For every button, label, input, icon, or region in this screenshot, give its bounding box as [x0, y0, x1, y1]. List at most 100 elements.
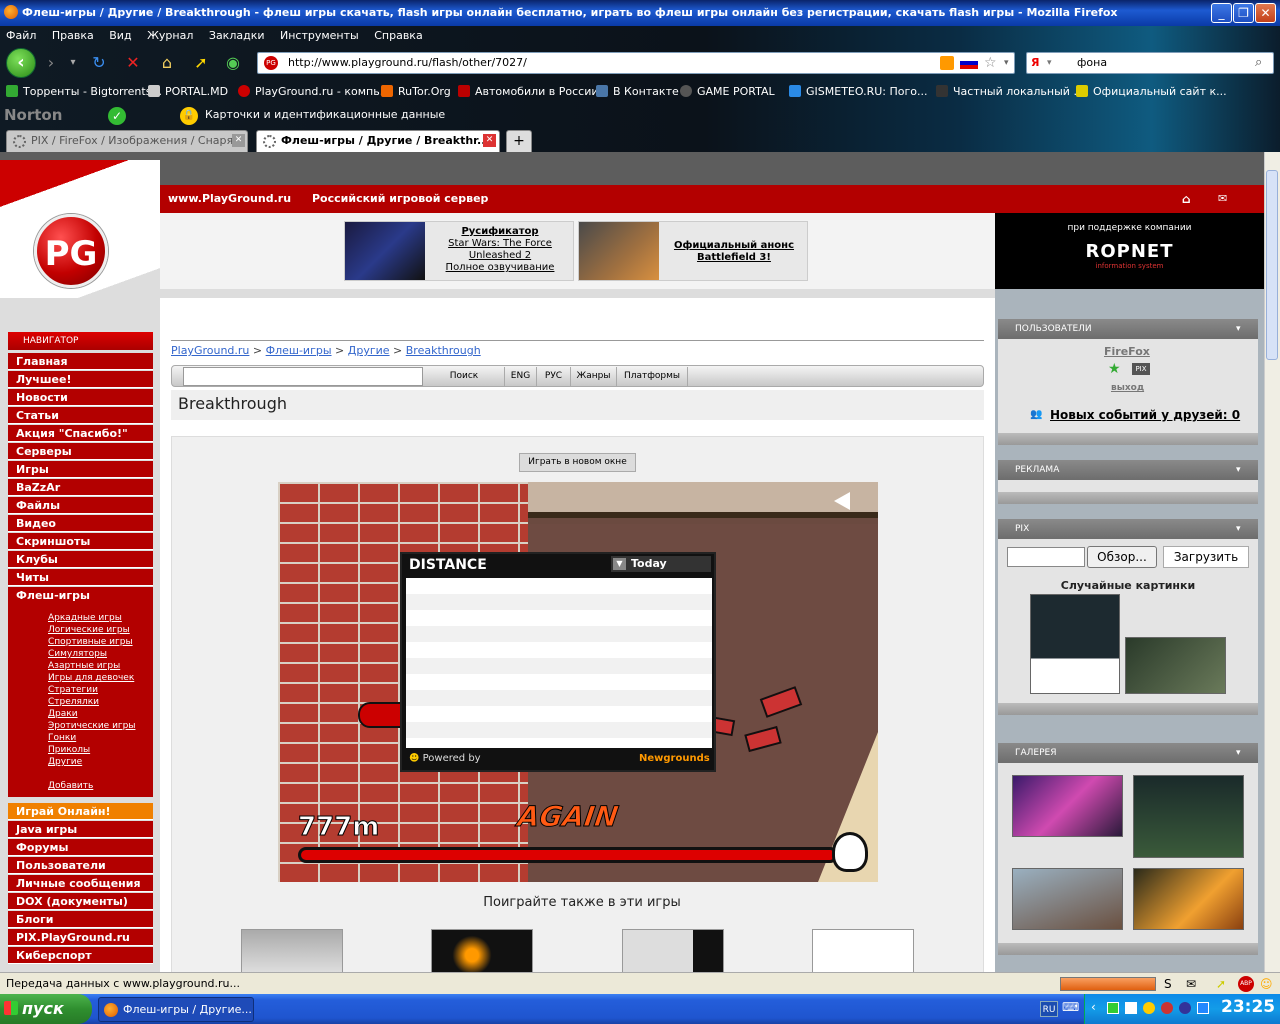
cursor-icon[interactable]: ➚ [1216, 973, 1226, 995]
nav-articles[interactable]: Статьи [8, 407, 153, 424]
crumb-breakthrough[interactable]: Breakthrough [406, 344, 481, 357]
site-domain-link[interactable]: www.PlayGround.ru [168, 185, 291, 213]
taskbar-firefox-item[interactable]: Флеш-игры / Другие... [98, 997, 254, 1022]
tab-flash-games[interactable]: Флеш-игры / Другие / Breakthr... ✕ [256, 130, 500, 152]
bookmark-item[interactable]: RuTor.Org [381, 82, 451, 102]
nav-clubs[interactable]: Клубы [8, 551, 153, 568]
close-tab-icon[interactable]: ✕ [483, 134, 496, 147]
sub-fights[interactable]: Драки [48, 709, 78, 719]
stop-icon[interactable]: ✕ [122, 52, 144, 74]
adblock-icon[interactable]: ABP [1238, 976, 1254, 992]
sub-jokes[interactable]: Приколы [48, 745, 90, 755]
site-search-input[interactable] [183, 367, 423, 386]
nav-best[interactable]: Лучшее! [8, 371, 153, 388]
search-icon[interactable]: ⌕ [1255, 53, 1262, 73]
nav-messages[interactable]: Личные сообщения [8, 875, 153, 892]
network-icon[interactable] [1197, 1002, 1209, 1014]
period-dropdown[interactable]: ▼ Today [611, 556, 711, 572]
menu-edit[interactable]: Правка [52, 29, 94, 42]
sub-logic[interactable]: Логические игры [48, 625, 130, 635]
addon-icon[interactable]: ◉ [222, 52, 244, 74]
sub-erotic[interactable]: Эротические игры [48, 721, 135, 731]
nav-servers[interactable]: Серверы [8, 443, 153, 460]
smile-icon[interactable]: ☺ [1260, 973, 1273, 995]
home-icon[interactable]: ⌂ [1182, 185, 1191, 213]
crumb-flash[interactable]: Флеш-игры [266, 344, 332, 357]
nav-home[interactable]: Главная [8, 353, 153, 370]
bookmark-star-icon[interactable]: ☆ [984, 53, 997, 73]
address-bar[interactable]: PG http://www.playground.ru/flash/other/… [257, 52, 1015, 74]
menu-help[interactable]: Справка [374, 29, 422, 42]
bookmark-item[interactable]: Автомобили в России [458, 82, 599, 102]
bookmark-item[interactable]: Частный локальный ... [936, 82, 1084, 102]
crumb-other[interactable]: Другие [348, 344, 390, 357]
keyboard-icon[interactable]: ⌨ [1062, 1000, 1079, 1014]
home-icon[interactable]: ⌂ [156, 52, 178, 74]
sub-gambling[interactable]: Азартные игры [48, 661, 120, 671]
gallery-thumb[interactable] [1012, 775, 1123, 837]
sub-sim[interactable]: Симуляторы [48, 649, 107, 659]
gallery-thumb[interactable] [1012, 868, 1123, 930]
new-tab-button[interactable]: + [506, 130, 532, 152]
friends-events-link[interactable]: Новых событий у друзей: 0 [1050, 408, 1240, 422]
norton-check-icon[interactable]: ✓ [108, 107, 126, 125]
upload-file-input[interactable] [1007, 547, 1085, 567]
nav-bazzar[interactable]: BaZzAr [8, 479, 153, 496]
sub-girls[interactable]: Игры для девочек [48, 673, 134, 683]
close-tab-icon[interactable]: ✕ [232, 134, 245, 147]
gallery-panel-header[interactable]: ГАЛЕРЕЯ ▾ [998, 743, 1258, 763]
forward-icon[interactable]: › [40, 52, 62, 74]
browse-button[interactable]: Обзор... [1087, 546, 1157, 568]
nav-play-online[interactable]: Играй Онлайн! [8, 803, 153, 820]
sub-racing[interactable]: Гонки [48, 733, 76, 743]
nav-blogs[interactable]: Блоги [8, 911, 153, 928]
nav-java[interactable]: Java игры [8, 821, 153, 838]
url-dropdown-icon[interactable]: ▾ [1004, 53, 1009, 73]
collapse-icon[interactable]: ▾ [1236, 319, 1241, 339]
nav-games[interactable]: Игры [8, 461, 153, 478]
collapse-icon[interactable]: ▾ [1236, 743, 1241, 763]
nav-users[interactable]: Пользователи [8, 857, 153, 874]
random-pic-thumb[interactable] [1125, 637, 1226, 694]
bookmark-item[interactable]: PORTAL.MD [148, 82, 228, 102]
nav-pix[interactable]: PIX.PlayGround.ru [8, 929, 153, 946]
collapse-icon[interactable]: ▾ [1236, 519, 1241, 539]
sub-other[interactable]: Другие [48, 757, 82, 767]
search-button[interactable]: Поиск [424, 367, 504, 386]
minimize-button[interactable]: _ [1211, 3, 1232, 23]
back-icon[interactable]: ‹ [6, 48, 36, 78]
bookmark-item[interactable]: GAME PORTAL [680, 82, 775, 102]
related-game-thumb[interactable] [812, 929, 914, 973]
menu-file[interactable]: Файл [6, 29, 36, 42]
cursor-icon[interactable]: ➚ [190, 52, 212, 74]
history-dropdown-icon[interactable]: ▾ [62, 52, 84, 74]
close-window-button[interactable]: ✕ [1255, 3, 1276, 23]
platforms-button[interactable]: Платформы [616, 367, 688, 386]
bookmark-item[interactable]: Официальный сайт к... [1076, 82, 1227, 102]
norton-cards-link[interactable]: Карточки и идентификационные данные [205, 104, 445, 126]
banner-rusifikator[interactable]: Русификатор Star Wars: The Force Unleash… [344, 221, 574, 281]
search-input[interactable]: Я ▾ фона ⌕ [1026, 52, 1274, 74]
engine-dropdown-icon[interactable]: ▾ [1047, 53, 1052, 73]
random-pic-thumb[interactable] [1030, 594, 1120, 694]
menu-tools[interactable]: Инструменты [280, 29, 359, 42]
reload-icon[interactable]: ↻ [88, 52, 110, 74]
again-button[interactable]: AGAIN [515, 800, 621, 834]
related-game-thumb[interactable] [431, 929, 533, 973]
tray-app-icon[interactable] [1125, 1002, 1137, 1014]
nav-video[interactable]: Видео [8, 515, 153, 532]
tray-app-icon[interactable] [1143, 1002, 1155, 1014]
menu-view[interactable]: Вид [109, 29, 131, 42]
users-panel-header[interactable]: ПОЛЬЗОВАТЕЛИ ▾ [998, 319, 1258, 339]
upload-button[interactable]: Загрузить [1163, 546, 1249, 568]
mail-icon[interactable]: ✉ [1218, 185, 1227, 213]
username-link[interactable]: FireFox [1104, 345, 1150, 358]
bookmark-item[interactable]: PlayGround.ru - компь... [238, 82, 390, 102]
rss-icon[interactable] [940, 56, 954, 70]
bookmark-item[interactable]: Торренты - Bigtorrents... [6, 82, 162, 102]
gallery-thumb[interactable] [1133, 775, 1244, 858]
logout-link[interactable]: выход [1111, 383, 1144, 393]
tray-app-icon[interactable] [1107, 1002, 1119, 1014]
nav-news[interactable]: Новости [8, 389, 153, 406]
nav-files[interactable]: Файлы [8, 497, 153, 514]
